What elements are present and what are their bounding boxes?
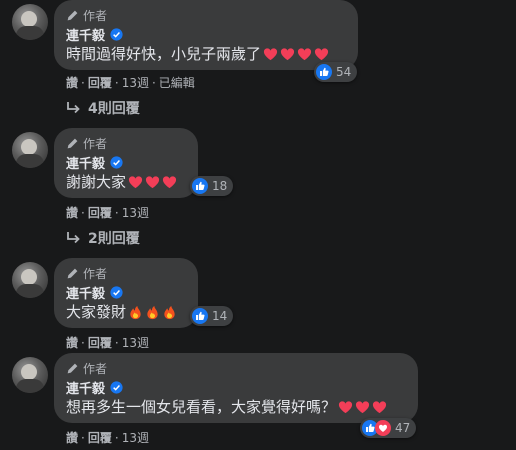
commenter-name[interactable]: 連千毅 [66,378,105,397]
reaction-summary[interactable]: 14 [190,306,234,326]
pencil-icon [67,138,78,148]
heart-emoji-icon [355,400,370,413]
heart-emoji-icon [314,47,329,60]
love-reaction-icon [375,420,391,436]
reply-link[interactable]: 回覆 [88,204,112,221]
heart-emoji-icon [280,47,295,60]
view-replies-button[interactable]: 4則回覆 [66,98,140,118]
reaction-summary[interactable]: 47 [360,418,417,438]
heart-emoji-icon [162,175,177,188]
timestamp[interactable]: 13週 [122,429,149,446]
author-badge: 作者 [83,8,108,23]
commenter-name[interactable]: 連千毅 [66,283,105,302]
comment-actions: 讚 · 回覆 · 13週 [66,429,149,446]
pencil-icon [67,10,78,20]
reaction-summary[interactable]: 18 [190,176,234,196]
like-reaction-icon [192,308,208,324]
comment-text: 謝謝大家 [66,173,127,191]
verified-icon [110,285,123,299]
view-replies-button[interactable]: 2則回覆 [66,228,140,248]
reply-arrow-icon [67,102,80,114]
author-badge: 作者 [83,136,108,151]
timestamp[interactable]: 13週 [122,334,149,351]
reaction-count: 18 [212,179,228,193]
comment-actions: 讚 · 回覆 · 13週 [66,334,149,351]
like-reaction-icon [316,64,332,80]
comment-text: 大家發財 [66,303,127,321]
avatar[interactable] [12,262,48,298]
reaction-count: 14 [212,309,228,323]
comment-text: 時間過得好快，小兒子兩歲了 [66,45,262,63]
reply-link[interactable]: 回覆 [88,74,112,91]
edited-label: 已編輯 [158,76,195,90]
timestamp[interactable]: 13週 [122,204,149,221]
heart-emoji-icon [128,175,143,188]
like-reaction-icon [192,178,208,194]
like-link[interactable]: 讚 [66,429,78,446]
commenter-name[interactable]: 連千毅 [66,25,105,44]
comment-actions: 讚 · 回覆 · 13週 · 已編輯 [66,74,195,91]
avatar[interactable] [12,357,48,393]
like-link[interactable]: 讚 [66,74,78,91]
reaction-count: 54 [336,65,352,79]
heart-emoji-icon [145,175,160,188]
replies-count-label: 2則回覆 [88,231,140,247]
comment-bubble: 作者 連千毅 謝謝大家 [54,128,198,198]
like-link[interactable]: 讚 [66,204,78,221]
reply-link[interactable]: 回覆 [88,334,112,351]
verified-icon [110,27,123,41]
verified-icon [110,380,123,394]
comment-text: 想再多生一個女兒看看，大家覺得好嗎？ [66,398,337,416]
heart-emoji-icon [372,400,387,413]
heart-emoji-icon [338,400,353,413]
fire-emoji-icon [130,305,141,319]
heart-emoji-icon [263,47,278,60]
reaction-summary[interactable]: 54 [314,62,358,82]
comment-bubble: 作者 連千毅 想再多生一個女兒看看，大家覺得好嗎？ [54,353,418,423]
replies-count-label: 4則回覆 [88,101,140,117]
fire-emoji-icon [147,305,158,319]
commenter-name[interactable]: 連千毅 [66,153,105,172]
reaction-count: 47 [395,421,411,435]
author-badge: 作者 [83,361,108,376]
heart-emoji-icon [297,47,312,60]
avatar[interactable] [12,4,48,40]
avatar[interactable] [12,132,48,168]
pencil-icon [67,268,78,278]
like-link[interactable]: 讚 [66,334,78,351]
timestamp[interactable]: 13週 [122,74,149,91]
reply-link[interactable]: 回覆 [88,429,112,446]
reply-arrow-icon [67,232,80,244]
verified-icon [110,155,123,169]
comment-bubble: 作者 連千毅 時間過得好快，小兒子兩歲了 [54,0,358,70]
comment-bubble: 作者 連千毅 大家發財 [54,258,198,328]
pencil-icon [67,363,78,373]
comment-actions: 讚 · 回覆 · 13週 [66,204,149,221]
author-badge: 作者 [83,266,108,281]
fire-emoji-icon [164,305,175,319]
